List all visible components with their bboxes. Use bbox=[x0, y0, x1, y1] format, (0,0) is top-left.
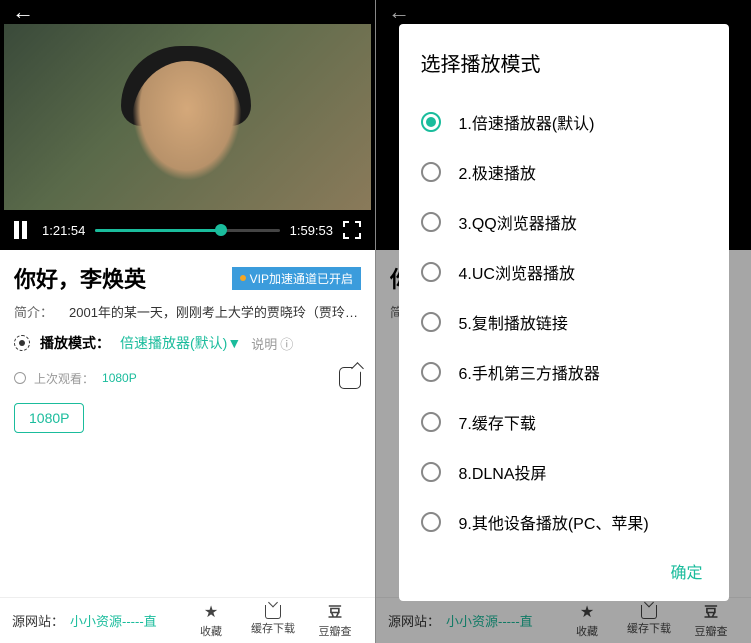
source-value[interactable]: 小小资源-----直 bbox=[70, 611, 177, 630]
help-icon: ⓘ bbox=[280, 334, 293, 353]
bottom-bar: 源网站： 小小资源-----直 ★ 收藏 缓存下载 豆 豆瓣查 bbox=[0, 597, 375, 643]
history-label: 上次观看： bbox=[34, 370, 94, 387]
douban-icon: 豆 bbox=[328, 602, 342, 622]
radio-label: 8.DLNA投屏 bbox=[459, 460, 547, 484]
radio-label: 6.手机第三方播放器 bbox=[459, 360, 600, 384]
radio-icon bbox=[421, 112, 441, 132]
status-bar: ← bbox=[0, 0, 375, 24]
video-title: 你好，李焕英 bbox=[14, 262, 146, 294]
fullscreen-icon[interactable] bbox=[343, 221, 361, 239]
play-mode-dialog: 选择播放模式 1.倍速播放器(默认) 2.极速播放 3.QQ浏览器播放 4.UC浏览器… bbox=[399, 24, 729, 601]
radio-icon bbox=[421, 262, 441, 282]
play-mode-row: 播放模式： 倍速播放器(默认)▼ 说明ⓘ bbox=[14, 333, 361, 353]
radio-option-1[interactable]: 1.倍速播放器(默认) bbox=[421, 97, 707, 147]
radio-option-6[interactable]: 6.手机第三方播放器 bbox=[421, 347, 707, 397]
radio-option-8[interactable]: 8.DLNA投屏 bbox=[421, 447, 707, 497]
synopsis-row: 简介： 2001年的某一天，刚刚考上大学的贾晓玲（贾玲 饰）... bbox=[14, 302, 361, 321]
quality-chip[interactable]: 1080P bbox=[14, 403, 84, 433]
history-quality: 1080P bbox=[102, 371, 137, 385]
download-button[interactable]: 缓存下载 bbox=[245, 605, 301, 636]
video-frame[interactable] bbox=[4, 24, 371, 210]
progress-bar[interactable] bbox=[95, 229, 279, 232]
progress-thumb[interactable] bbox=[215, 224, 227, 236]
radio-label: 7.缓存下载 bbox=[459, 410, 536, 434]
back-icon[interactable]: ← bbox=[12, 0, 34, 25]
source-label: 源网站： bbox=[12, 611, 64, 630]
radio-label: 2.极速播放 bbox=[459, 160, 536, 184]
radio-option-2[interactable]: 2.极速播放 bbox=[421, 147, 707, 197]
radio-icon bbox=[421, 162, 441, 182]
douban-button[interactable]: 豆 豆瓣查 bbox=[307, 602, 363, 639]
favorite-button[interactable]: ★ 收藏 bbox=[183, 602, 239, 639]
confirm-button[interactable]: 确定 bbox=[421, 547, 707, 583]
radio-option-3[interactable]: 3.QQ浏览器播放 bbox=[421, 197, 707, 247]
pause-icon[interactable] bbox=[14, 221, 32, 239]
radio-option-7[interactable]: 7.缓存下载 bbox=[421, 397, 707, 447]
dialog-title: 选择播放模式 bbox=[421, 48, 707, 77]
radio-label: 4.UC浏览器播放 bbox=[459, 260, 575, 284]
mode-label: 播放模式： bbox=[40, 333, 110, 353]
radio-label: 9.其他设备播放(PC、苹果) bbox=[459, 510, 649, 534]
radio-label: 3.QQ浏览器播放 bbox=[459, 210, 577, 234]
player-controls: 1:21:54 1:59:53 bbox=[0, 210, 375, 250]
right-screen: 你好，李焕英 简介： 源网站： 小小资源-----直 ★收藏 缓存下载 豆豆瓣查… bbox=[376, 0, 751, 643]
dialog-overlay[interactable]: 选择播放模式 1.倍速播放器(默认) 2.极速播放 3.QQ浏览器播放 4.UC浏览器… bbox=[376, 0, 751, 643]
download-icon bbox=[265, 605, 281, 619]
star-icon: ★ bbox=[204, 602, 218, 622]
vip-badge[interactable]: VIP加速通道已开启 bbox=[232, 267, 361, 290]
gear-icon[interactable] bbox=[14, 335, 30, 351]
synopsis-text: 2001年的某一天，刚刚考上大学的贾晓玲（贾玲 饰）... bbox=[69, 302, 361, 321]
share-icon[interactable] bbox=[339, 367, 361, 389]
radio-option-9[interactable]: 9.其他设备播放(PC、苹果) bbox=[421, 497, 707, 547]
left-screen: ← 1:21:54 1:59:53 你好，李焕英 VIP加速通道已开启 简介 bbox=[0, 0, 375, 643]
radio-icon bbox=[421, 512, 441, 532]
radio-option-5[interactable]: 5.复制播放链接 bbox=[421, 297, 707, 347]
radio-label: 5.复制播放链接 bbox=[459, 310, 568, 334]
help-link[interactable]: 说明ⓘ bbox=[251, 334, 293, 353]
clock-icon bbox=[14, 372, 26, 384]
radio-option-4[interactable]: 4.UC浏览器播放 bbox=[421, 247, 707, 297]
radio-icon bbox=[421, 462, 441, 482]
content-area: 你好，李焕英 VIP加速通道已开启 简介： 2001年的某一天，刚刚考上大学的贾… bbox=[0, 250, 375, 597]
current-time: 1:21:54 bbox=[42, 223, 85, 238]
history-row: 上次观看： 1080P bbox=[14, 367, 361, 389]
radio-icon bbox=[421, 312, 441, 332]
video-player: ← 1:21:54 1:59:53 bbox=[0, 0, 375, 250]
mode-dropdown[interactable]: 倍速播放器(默认)▼ bbox=[120, 333, 241, 353]
radio-icon bbox=[421, 362, 441, 382]
duration: 1:59:53 bbox=[290, 223, 333, 238]
lightning-icon bbox=[240, 275, 246, 281]
synopsis-label: 简介： bbox=[14, 302, 53, 321]
radio-icon bbox=[421, 412, 441, 432]
radio-icon bbox=[421, 212, 441, 232]
radio-label: 1.倍速播放器(默认) bbox=[459, 110, 595, 134]
